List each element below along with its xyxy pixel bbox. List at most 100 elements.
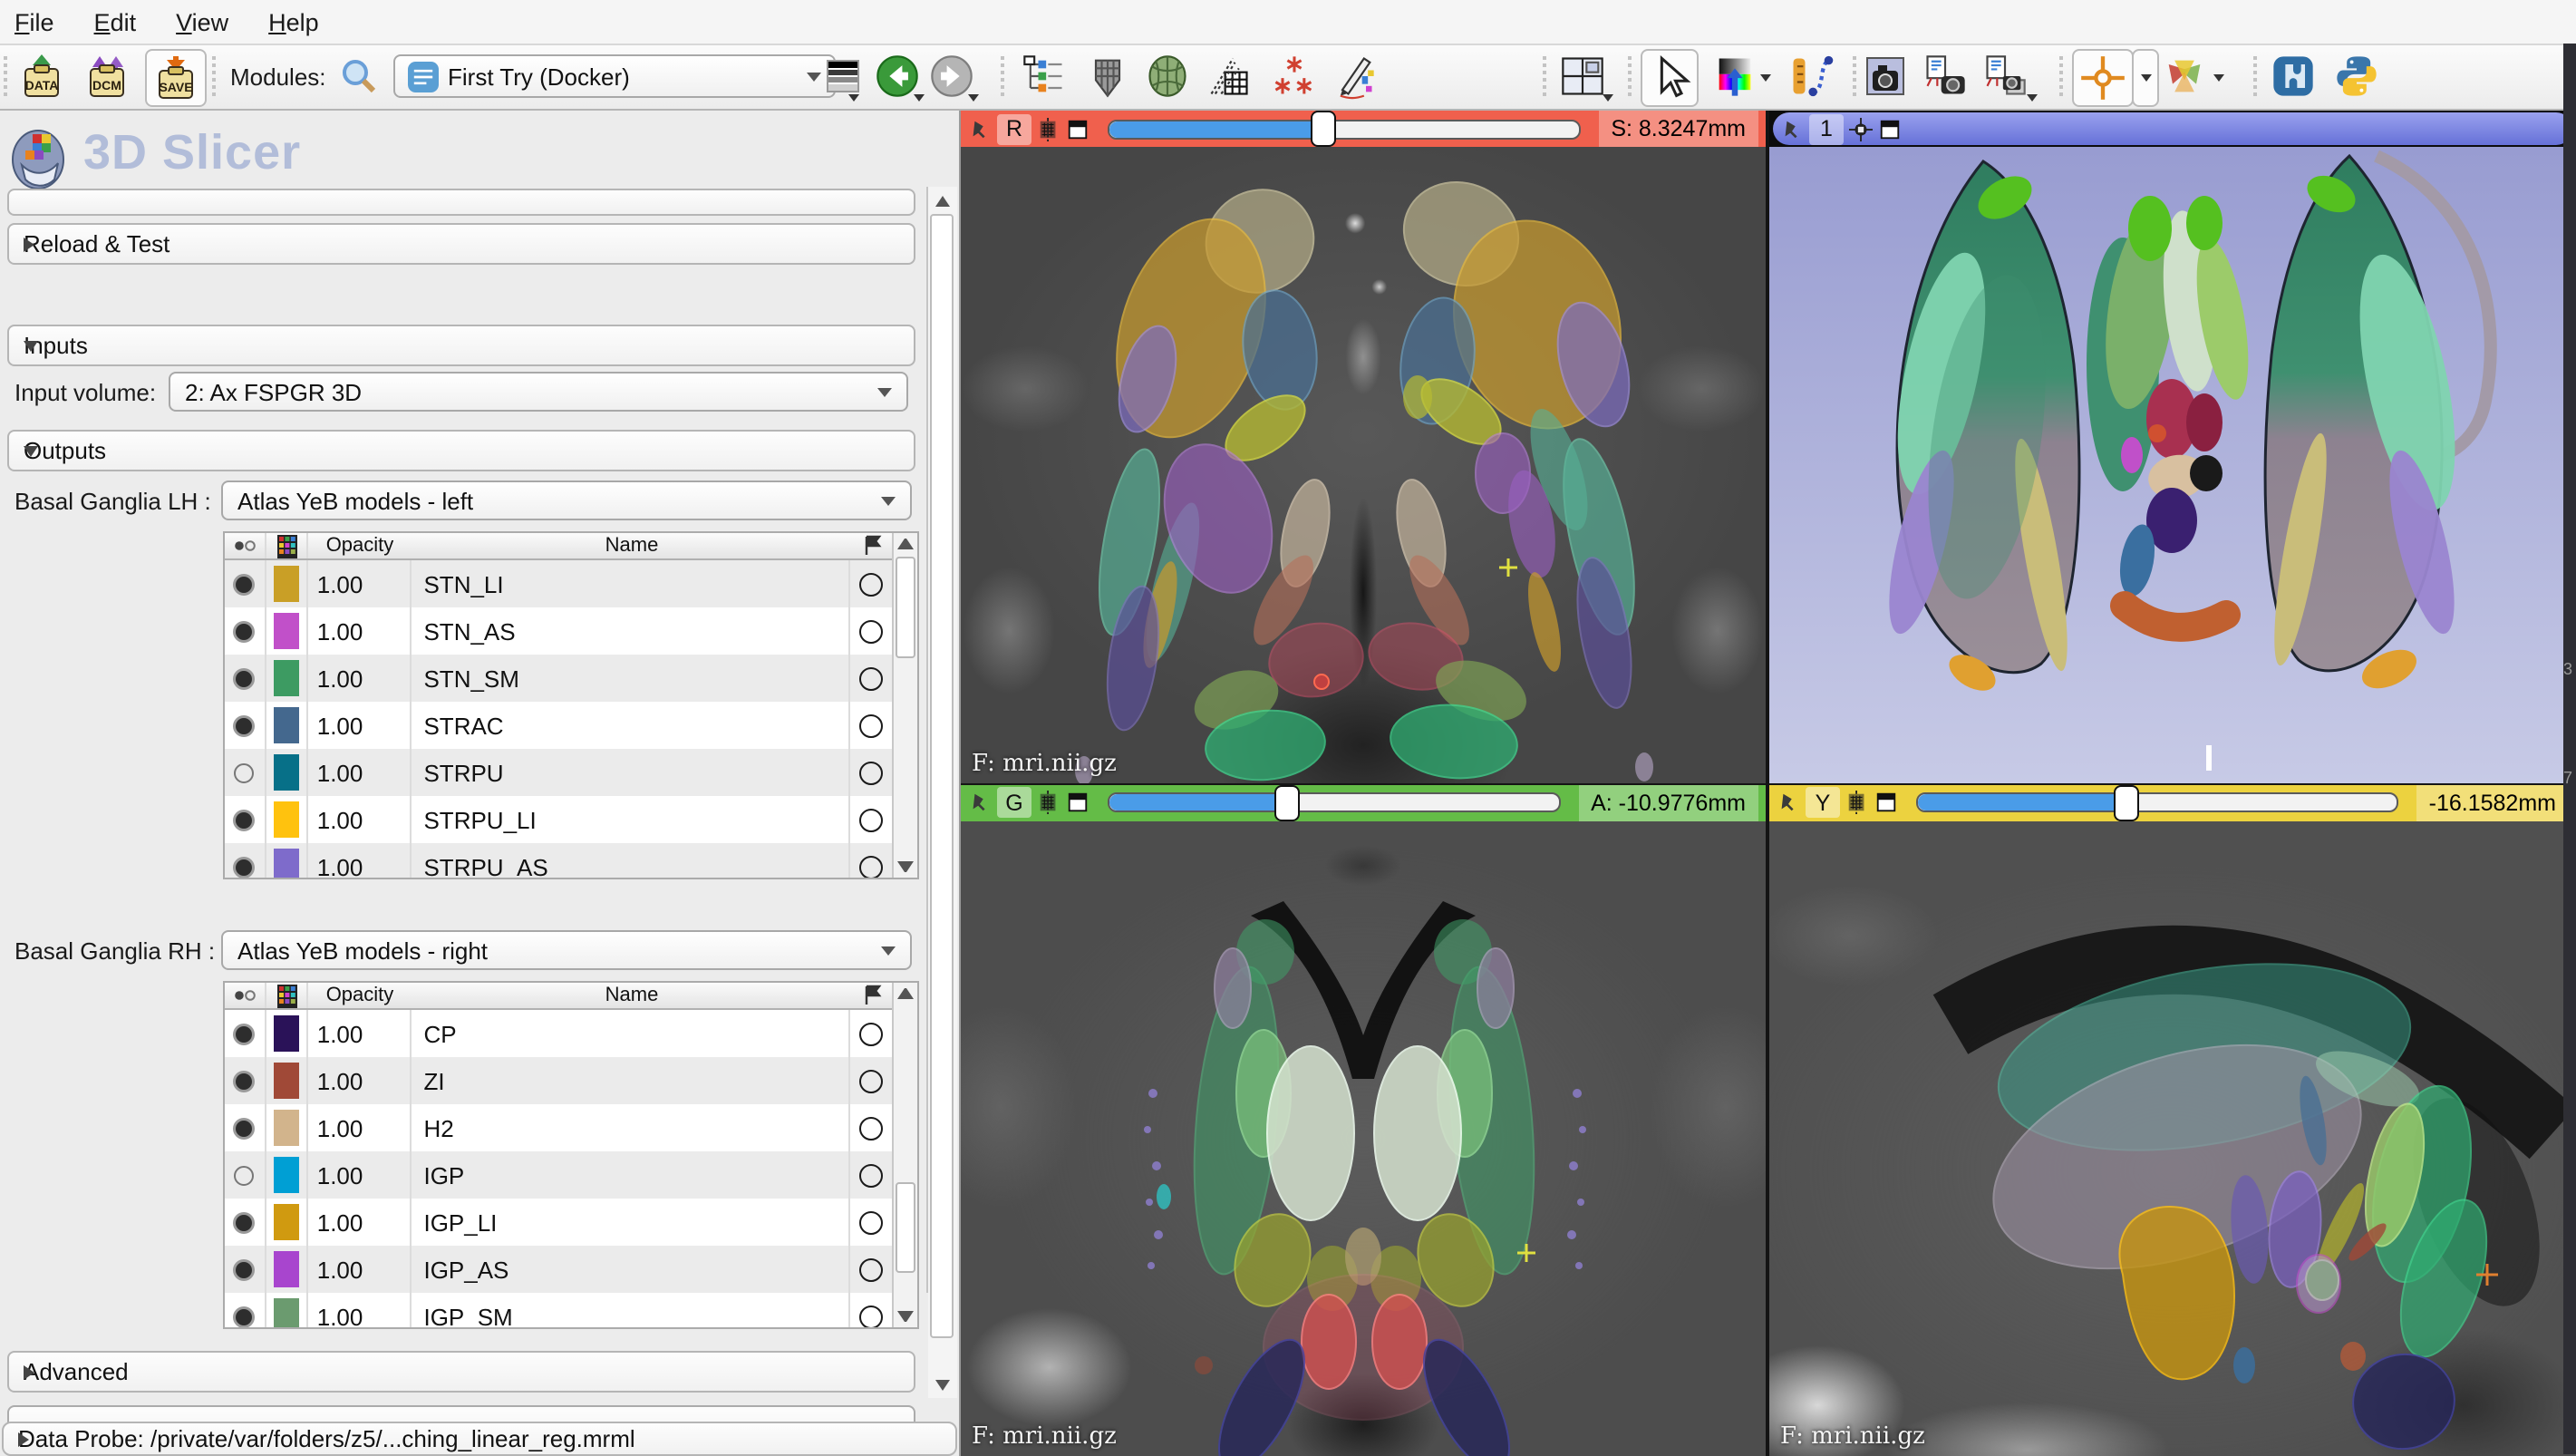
selection-radio[interactable] [859, 1210, 883, 1234]
menu-view[interactable]: View [176, 8, 228, 35]
color-swatch[interactable] [274, 566, 299, 602]
table-row[interactable]: 1.00 STN_AS [225, 607, 892, 655]
model-name[interactable]: IGP_AS [411, 1246, 850, 1293]
selection-radio[interactable] [859, 1116, 883, 1140]
green-slice-overlay[interactable] [961, 820, 1766, 1456]
selection-radio[interactable] [859, 1022, 883, 1045]
scene-view-capture-button[interactable] [1980, 49, 2030, 103]
color-column-icon[interactable] [266, 533, 308, 558]
visibility-eye-icon[interactable] [233, 572, 257, 596]
model-name[interactable]: STN_SM [411, 655, 850, 702]
view-label[interactable]: Y [1806, 787, 1840, 818]
slice-offset-slider[interactable] [1108, 119, 1580, 139]
opacity-value[interactable]: 1.00 [308, 702, 412, 749]
color-swatch[interactable] [274, 1063, 299, 1099]
model-name[interactable]: IGP_LI [411, 1199, 850, 1246]
visibility-column-icon[interactable] [225, 983, 266, 1008]
name-column-header[interactable]: Name [412, 535, 852, 557]
crosshair-button[interactable] [2072, 49, 2134, 107]
collapsed-help-box[interactable] [7, 189, 915, 216]
flag-column-icon[interactable] [852, 533, 894, 558]
color-swatch[interactable] [274, 707, 299, 743]
selection-radio[interactable] [859, 1069, 883, 1092]
visibility-column-icon[interactable] [225, 533, 266, 558]
visibility-eye-icon[interactable] [233, 1257, 257, 1281]
view-menu-icon[interactable] [1878, 117, 1902, 141]
slice-offset-slider[interactable] [1108, 792, 1560, 812]
menu-help[interactable]: Help [268, 8, 319, 35]
table-row[interactable]: 1.00 STRAC [225, 702, 892, 749]
center-view-icon[interactable] [1849, 117, 1873, 141]
subject-hierarchy-button[interactable] [1017, 49, 1071, 103]
opacity-value[interactable]: 1.00 [308, 843, 412, 878]
opacity-value[interactable]: 1.00 [308, 1246, 412, 1293]
slice-visibility-icon[interactable] [1845, 791, 1869, 814]
selection-radio[interactable] [859, 666, 883, 690]
model-name[interactable]: CP [411, 1010, 850, 1057]
dicom-button[interactable]: DCM [80, 49, 134, 103]
table-row[interactable]: 1.00 CP [225, 1010, 892, 1057]
visibility-eye-icon[interactable] [233, 619, 257, 643]
yellow-slice-overlay[interactable] [1769, 820, 2576, 1456]
forward-dropdown-icon[interactable] [968, 94, 979, 102]
threed-models[interactable] [1769, 147, 2576, 782]
opacity-value[interactable]: 1.00 [308, 1010, 412, 1057]
window-level-button[interactable] [1708, 49, 1762, 103]
slice-visibility-icon[interactable] [1037, 117, 1060, 141]
view-label[interactable]: G [997, 787, 1031, 818]
selection-radio[interactable] [859, 1163, 883, 1187]
slider-handle[interactable] [1311, 111, 1336, 147]
layout-selector-button[interactable] [1555, 49, 1610, 103]
table-row[interactable]: 1.00 IGP_AS [225, 1246, 892, 1293]
reload-test-section[interactable]: Reload & Test [7, 223, 915, 265]
selection-radio[interactable] [859, 808, 883, 831]
view-menu-icon[interactable] [1066, 791, 1089, 814]
color-swatch[interactable] [274, 849, 299, 878]
layout-dropdown-icon[interactable] [1603, 94, 1613, 102]
transforms-button[interactable] [1202, 49, 1256, 103]
annotations-button[interactable] [1327, 49, 1381, 103]
visibility-eye-icon[interactable] [233, 1069, 257, 1092]
window-level-dropdown-icon[interactable] [1760, 74, 1771, 82]
input-volume-selector[interactable]: 2: Ax FSPGR 3D [169, 372, 908, 412]
table-scrollbar[interactable] [892, 983, 917, 1327]
selection-radio[interactable] [859, 619, 883, 643]
color-swatch[interactable] [274, 1015, 299, 1052]
model-name[interactable]: ZI [411, 1057, 850, 1104]
opacity-value[interactable]: 1.00 [308, 1104, 412, 1151]
slider-handle[interactable] [1274, 784, 1300, 820]
measurement-button[interactable] [1784, 49, 1838, 103]
menu-file[interactable]: File [15, 8, 54, 35]
slice-intersections-button[interactable] [2157, 49, 2212, 103]
color-swatch[interactable] [274, 1204, 299, 1240]
inputs-section[interactable]: Inputs [7, 325, 915, 366]
load-data-button[interactable]: DATA [15, 49, 69, 103]
model-name[interactable]: STRPU [411, 749, 850, 796]
extensions-manager-button[interactable] [2270, 49, 2317, 103]
color-swatch[interactable] [274, 801, 299, 838]
model-name[interactable]: STRPU_LI [411, 796, 850, 843]
history-dropdown-icon[interactable] [848, 94, 859, 102]
module-selector[interactable]: First Try (Docker) [393, 54, 836, 98]
pinwheel-dropdown-icon[interactable] [2213, 74, 2224, 82]
table-row[interactable]: 1.00 IGP [225, 1151, 892, 1199]
table-row[interactable]: 1.00 STRPU [225, 749, 892, 796]
model-name[interactable]: IGP [411, 1151, 850, 1199]
lh-model-selector[interactable]: Atlas YeB models - left [221, 480, 912, 520]
module-search-button[interactable] [337, 49, 381, 103]
view-label[interactable]: 1 [1809, 113, 1844, 144]
table-row[interactable]: 1.00 STN_SM [225, 655, 892, 702]
opacity-value[interactable]: 1.00 [308, 1199, 412, 1246]
table-scrollbar[interactable] [892, 533, 917, 878]
color-swatch[interactable] [274, 754, 299, 791]
color-swatch[interactable] [274, 1157, 299, 1193]
save-button[interactable]: SAVE [145, 49, 207, 107]
opacity-value[interactable]: 1.00 [308, 560, 412, 607]
color-swatch[interactable] [274, 1298, 299, 1327]
opacity-value[interactable]: 1.00 [308, 1293, 412, 1327]
table-row[interactable]: 1.00 IGP_LI [225, 1199, 892, 1246]
pin-icon[interactable] [1780, 117, 1804, 141]
opacity-column-header[interactable]: Opacity [308, 535, 412, 557]
model-name[interactable]: IGP_SM [411, 1293, 850, 1327]
visibility-eye-icon[interactable] [233, 713, 257, 737]
